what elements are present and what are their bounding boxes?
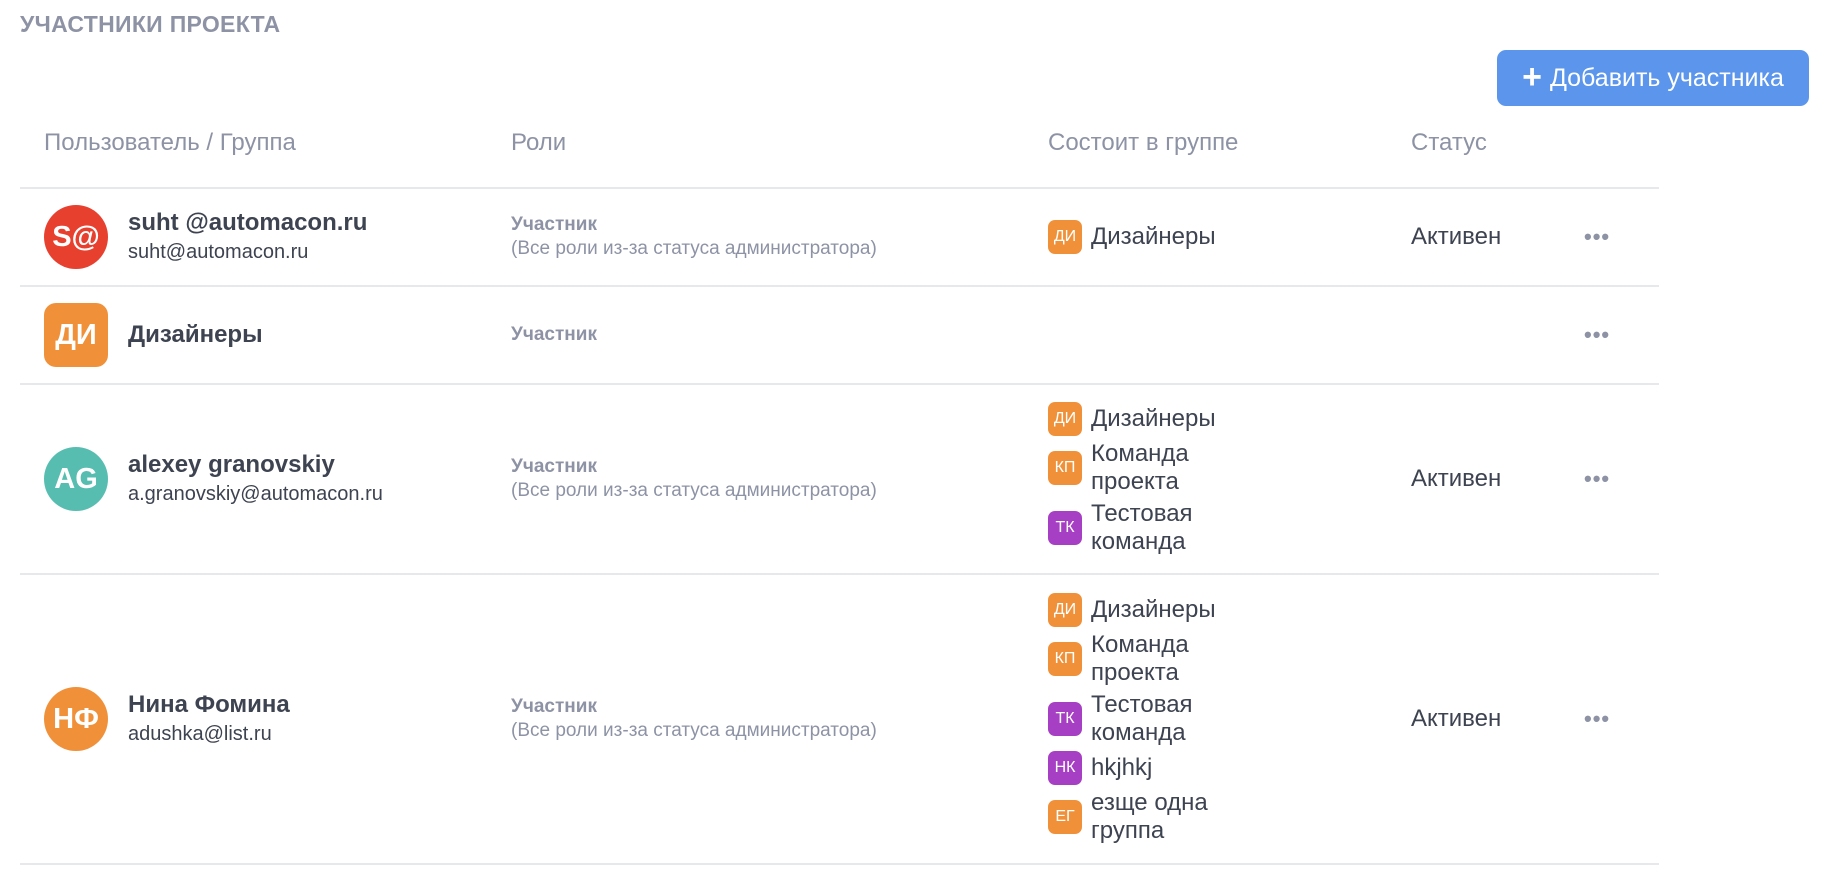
user-text: Дизайнеры: [128, 320, 263, 350]
table-row[interactable]: AG alexey granovskiy a.granovskiy@automaco…: [20, 385, 1659, 575]
group-badge: КП: [1048, 451, 1082, 485]
group-badge: ЕГ: [1048, 800, 1082, 834]
table-row[interactable]: НФ Нина Фомина adushka@list.ru Участник (Все…: [20, 575, 1659, 865]
column-header-roles[interactable]: Роли: [511, 129, 566, 157]
user-name: suht @automacon.ru: [128, 209, 368, 236]
role-name: Участник: [511, 696, 597, 717]
group-badge: ТК: [1048, 511, 1082, 545]
group-name: езще одна группа: [1091, 789, 1208, 844]
table-row[interactable]: S@ suht @automacon.ru suht@automacon.ru Уча…: [20, 189, 1659, 287]
user-text: Нина Фомина adushka@list.ru: [128, 690, 290, 748]
column-header-groups[interactable]: Состоит в группе: [1048, 129, 1238, 157]
role-note: (Все роли из-за статуса администратора): [511, 480, 877, 501]
group-item[interactable]: НК hkjhkj: [1048, 751, 1268, 785]
avatar: НФ: [44, 687, 108, 751]
user-email: adushka@list.ru: [128, 723, 272, 745]
more-options-icon[interactable]: •••: [1584, 706, 1610, 732]
table-row[interactable]: ДИ Дизайнеры Участник •••: [20, 287, 1659, 385]
group-name: Тестовая команда: [1091, 691, 1193, 746]
roles-cell: Участник: [511, 323, 597, 347]
groups-cell: ДИ Дизайнеры КП Команда проекта ТК Тестовая к…: [1048, 398, 1268, 560]
avatar: S@: [44, 205, 108, 269]
group-item[interactable]: ДИ Дизайнеры: [1048, 593, 1268, 627]
group-item[interactable]: ДИ Дизайнеры: [1048, 402, 1268, 436]
user-email: suht@automacon.ru: [128, 241, 309, 263]
groups-cell: ДИ Дизайнеры: [1048, 216, 1268, 258]
add-participant-label: Добавить участника: [1549, 63, 1784, 92]
avatar: ДИ: [44, 303, 108, 367]
user-cell: AG alexey granovskiy a.granovskiy@automaco…: [44, 447, 383, 511]
group-item[interactable]: ДИ Дизайнеры: [1048, 220, 1268, 254]
group-badge: КП: [1048, 642, 1082, 676]
section-title: УЧАСТНИКИ ПРОЕКТА: [20, 11, 281, 37]
group-item[interactable]: КП Команда проекта: [1048, 631, 1268, 687]
group-name: hkjhkj: [1091, 754, 1153, 781]
user-name: alexey granovskiy: [128, 451, 335, 478]
more-options-icon[interactable]: •••: [1584, 466, 1610, 492]
add-participant-button[interactable]: + Добавить участника: [1497, 50, 1809, 106]
group-name: Дизайнеры: [1091, 405, 1216, 432]
more-options-icon[interactable]: •••: [1584, 322, 1610, 348]
column-header-status[interactable]: Статус: [1411, 129, 1487, 157]
more-options-icon[interactable]: •••: [1584, 224, 1610, 250]
status-text: Активен: [1411, 705, 1502, 732]
table-header: Пользователь / Группа Роли Состоит в гру…: [20, 115, 1659, 189]
user-text: suht @automacon.ru suht@automacon.ru: [128, 208, 367, 266]
group-name: Дизайнеры: [1091, 596, 1216, 623]
group-name: Тестовая команда: [1091, 500, 1193, 555]
group-item[interactable]: ЕГ езще одна группа: [1048, 789, 1268, 845]
user-text: alexey granovskiy a.granovskiy@automacon.…: [128, 450, 383, 508]
group-name: Дизайнеры: [1091, 223, 1216, 250]
group-item[interactable]: КП Команда проекта: [1048, 440, 1268, 496]
role-name: Участник: [511, 214, 597, 235]
user-cell: S@ suht @automacon.ru suht@automacon.ru: [44, 205, 367, 269]
role-note: (Все роли из-за статуса администратора): [511, 720, 877, 741]
roles-cell: Участник (Все роли из-за статуса админист…: [511, 695, 877, 743]
avatar: AG: [44, 447, 108, 511]
user-name: Нина Фомина: [128, 691, 290, 718]
user-email: a.granovskiy@automacon.ru: [128, 483, 383, 505]
role-name: Участник: [511, 324, 597, 345]
group-badge: НК: [1048, 751, 1082, 785]
user-cell: ДИ Дизайнеры: [44, 303, 263, 367]
group-badge: ДИ: [1048, 220, 1082, 254]
roles-cell: Участник (Все роли из-за статуса админист…: [511, 455, 877, 503]
roles-cell: Участник (Все роли из-за статуса админист…: [511, 213, 877, 261]
group-item[interactable]: ТК Тестовая команда: [1048, 691, 1268, 747]
participants-table: Пользователь / Группа Роли Состоит в гру…: [20, 115, 1659, 865]
plus-icon: +: [1522, 57, 1542, 96]
role-name: Участник: [511, 456, 597, 477]
table-body: S@ suht @automacon.ru suht@automacon.ru Уча…: [20, 189, 1659, 865]
user-cell: НФ Нина Фомина adushka@list.ru: [44, 687, 290, 751]
groups-cell: ДИ Дизайнеры КП Команда проекта ТК Тестовая к…: [1048, 589, 1268, 849]
column-header-user[interactable]: Пользователь / Группа: [44, 129, 296, 157]
status-text: Активен: [1411, 223, 1502, 250]
group-badge: ТК: [1048, 702, 1082, 736]
role-note: (Все роли из-за статуса администратора): [511, 238, 877, 259]
group-item[interactable]: ТК Тестовая команда: [1048, 500, 1268, 556]
group-badge: ДИ: [1048, 402, 1082, 436]
status-text: Активен: [1411, 465, 1502, 492]
group-badge: ДИ: [1048, 593, 1082, 627]
group-name: Команда проекта: [1091, 440, 1189, 495]
user-name: Дизайнеры: [128, 321, 263, 348]
group-name: Команда проекта: [1091, 631, 1189, 686]
